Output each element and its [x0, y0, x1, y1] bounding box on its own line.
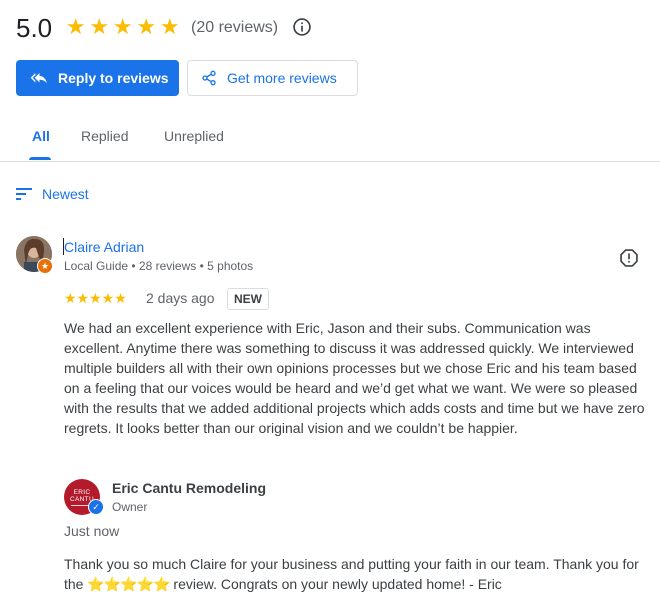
- report-icon[interactable]: [619, 248, 639, 268]
- review-stars: ★★★★★: [64, 290, 127, 306]
- sort-icon: [16, 188, 32, 200]
- local-guide-badge-icon: ★: [37, 258, 53, 274]
- star-icon: ★: [89, 14, 110, 39]
- sort-label: Newest: [42, 186, 89, 202]
- reply-to-reviews-label: Reply to reviews: [58, 70, 169, 86]
- reply-text: Thank you so much Claire for your busine…: [64, 554, 648, 594]
- tab-all[interactable]: All: [32, 128, 50, 144]
- review-text: We had an excellent experience with Eric…: [64, 320, 645, 436]
- get-more-reviews-button[interactable]: Get more reviews: [187, 60, 358, 96]
- reply-time: Just now: [64, 523, 120, 539]
- tab-unreplied[interactable]: Unreplied: [164, 128, 224, 144]
- active-tab-indicator: [29, 157, 51, 160]
- share-icon: [202, 70, 216, 86]
- owner-role: Owner: [112, 500, 148, 514]
- review-tabs: All Replied Unreplied: [0, 120, 660, 162]
- review-count: (20 reviews): [191, 19, 279, 36]
- reply-to-reviews-button[interactable]: Reply to reviews: [16, 60, 179, 96]
- average-rating: 5.0: [16, 13, 53, 43]
- reviewer-meta: Local Guide • 28 reviews • 5 photos: [64, 259, 254, 273]
- verified-check-icon: ✓: [88, 499, 104, 515]
- owner-name: Eric Cantu Remodeling: [112, 480, 267, 496]
- tab-replied[interactable]: Replied: [81, 128, 128, 144]
- review-date: 2 days ago: [146, 290, 215, 306]
- info-icon[interactable]: [292, 17, 312, 37]
- star-icon: ★: [136, 14, 157, 39]
- star-icon: ★: [112, 14, 133, 39]
- star-icon: ★: [159, 14, 180, 39]
- get-more-reviews-label: Get more reviews: [227, 70, 337, 86]
- reply-star-emojis: ⭐⭐⭐⭐⭐: [87, 576, 170, 592]
- new-badge: NEW: [227, 288, 269, 310]
- owner-logo-line1: ERIC: [73, 488, 91, 496]
- reviewer-name[interactable]: Claire Adrian: [64, 238, 144, 256]
- reply-text-after: review. Congrats on your newly updated h…: [169, 576, 502, 592]
- rating-stars: ★ ★ ★ ★ ★: [64, 15, 182, 39]
- sort-dropdown[interactable]: Newest: [16, 186, 89, 202]
- reply-all-icon: [30, 73, 47, 84]
- star-icon: ★: [65, 14, 86, 39]
